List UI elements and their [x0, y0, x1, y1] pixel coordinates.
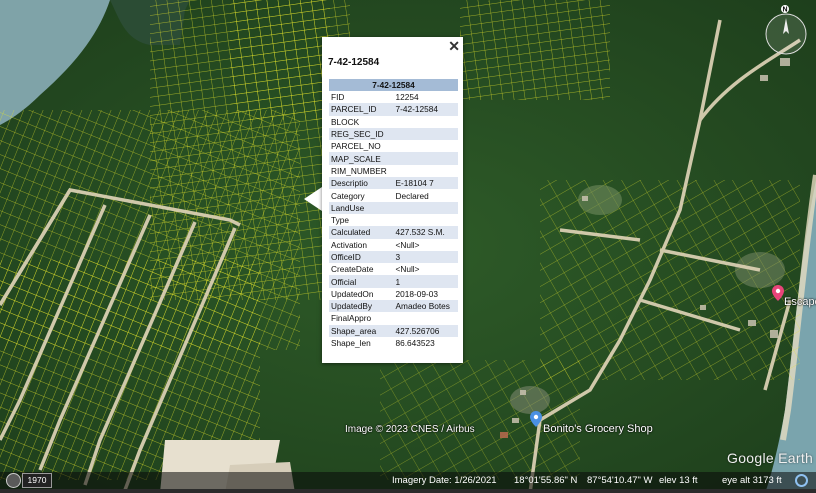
attribute-key: Shape_len: [331, 338, 371, 349]
popup-title: 7-42-12584: [328, 57, 380, 68]
attribute-row: Shape_area 427.526706: [329, 324, 458, 337]
attribute-value: [394, 214, 459, 226]
attribute-table: 7-42-12584 FID 12254 PARCEL_ID 7-42-12584 BL…: [329, 79, 458, 349]
attribute-value: 7-42-12584: [393, 103, 458, 116]
attribute-key: Descriptio: [329, 177, 394, 190]
attribute-value: [394, 140, 459, 152]
attribute-key: UpdatedBy: [329, 300, 394, 313]
streaming-status-icon: [795, 474, 808, 487]
compass-control[interactable]: N: [756, 4, 808, 56]
elevation-readout: elev 13 ft: [659, 475, 698, 486]
bottom-edge: [0, 489, 816, 493]
attribute-value: <Null>: [395, 239, 420, 250]
historical-imagery-clock-icon[interactable]: [6, 473, 21, 488]
attribute-value: [394, 116, 459, 128]
attribute-value: [394, 312, 459, 324]
attribute-row: CreateDate <Null>: [329, 263, 458, 275]
attribute-value: E-18104 7: [393, 177, 458, 190]
attribute-value: 427.526706: [393, 324, 458, 337]
attribute-row: LandUse: [329, 201, 458, 214]
attribute-value: 2018-09-03: [395, 288, 438, 299]
attribute-row: Descriptio E-18104 7: [329, 177, 458, 190]
longitude-readout: 87°54'10.47" W: [587, 475, 653, 486]
attribute-row: UpdatedOn 2018-09-03: [329, 288, 458, 300]
parcel-info-popup: ✕ 7-42-12584 7-42-12584 FID 12254 PARCEL_I…: [322, 37, 463, 363]
attribute-key: FinalAppro: [331, 313, 372, 324]
attribute-key: PARCEL_ID: [329, 103, 394, 116]
attribute-row: PARCEL_NO: [329, 140, 458, 152]
attribute-row: RIM_NUMBER: [329, 165, 458, 177]
bonitos-grocery-pin-icon[interactable]: [530, 411, 542, 427]
attribute-row: MAP_SCALE: [329, 152, 458, 165]
status-bar: Imagery Date: 1/26/2021 18°01'55.86" N 8…: [0, 472, 816, 489]
imagery-date: Imagery Date: 1/26/2021: [392, 475, 497, 486]
attribute-value: [394, 165, 459, 177]
attribute-value: 427.532 S.M.: [393, 226, 458, 239]
attribute-row: FID 12254: [329, 91, 458, 103]
attribute-key: Calculated: [329, 226, 394, 239]
attribute-row: OfficeID 3: [329, 250, 458, 264]
attribute-key: MAP_SCALE: [329, 152, 394, 165]
attribute-value: Amadeo Botes: [393, 300, 458, 313]
attribute-row: Type: [329, 214, 458, 226]
attribute-key: Activation: [331, 239, 367, 250]
google-earth-logo: Google Earth: [727, 450, 814, 466]
attribute-value: [393, 127, 458, 141]
attribute-row: BLOCK: [329, 116, 458, 128]
attribute-key: Type: [331, 215, 349, 226]
attribute-key: PARCEL_NO: [331, 141, 381, 152]
attribute-value: <Null>: [395, 264, 420, 275]
attribute-key: Official: [329, 275, 394, 288]
attribute-key: FID: [331, 92, 345, 103]
latitude-readout: 18°01'55.86" N: [514, 475, 578, 486]
attribute-value: 3: [393, 250, 458, 264]
attribute-row: UpdatedBy Amadeo Botes: [329, 300, 458, 313]
popup-pointer: [304, 187, 322, 211]
attribute-value: 86.643523: [395, 338, 435, 349]
attribute-row: REG_SEC_ID: [329, 127, 458, 141]
attribute-table-header: 7-42-12584: [329, 79, 458, 91]
attribute-key: RIM_NUMBER: [331, 165, 387, 176]
escape-hotel-pin-icon[interactable]: [772, 285, 784, 301]
attribute-row: FinalAppro: [329, 312, 458, 324]
attribute-row: Shape_len 86.643523: [329, 337, 458, 349]
attribute-key: REG_SEC_ID: [329, 127, 394, 141]
attribute-key: OfficeID: [329, 250, 394, 264]
attribute-row: Category Declared: [329, 189, 458, 201]
attribute-value: 12254: [395, 92, 419, 103]
attribute-row: Activation <Null>: [329, 239, 458, 251]
attribute-key: Shape_area: [329, 324, 394, 337]
imagery-attribution: Image © 2023 CNES / Airbus: [345, 424, 475, 435]
attribute-row: PARCEL_ID 7-42-12584: [329, 103, 458, 116]
place-label-escape[interactable]: Escape: [784, 296, 816, 308]
close-icon[interactable]: ✕: [448, 39, 460, 53]
attribute-key: BLOCK: [331, 116, 360, 127]
attribute-value: [393, 201, 458, 214]
attribute-key: CreateDate: [331, 264, 374, 275]
attribute-key: LandUse: [329, 201, 394, 214]
attribute-value: [393, 152, 458, 165]
attribute-key: UpdatedOn: [331, 288, 374, 299]
compass-north-label: N: [782, 7, 787, 14]
attribute-row: Calculated 427.532 S.M.: [329, 226, 458, 239]
eye-altitude-readout: eye alt 3173 ft: [722, 475, 782, 486]
attribute-value: 1: [393, 275, 458, 288]
place-label-bonitos-grocery[interactable]: Bonito's Grocery Shop: [543, 423, 653, 435]
historical-year-box[interactable]: 1970: [22, 473, 52, 488]
attribute-key: Category: [331, 190, 365, 201]
attribute-value: Declared: [395, 190, 429, 201]
attribute-row: Official 1: [329, 275, 458, 288]
